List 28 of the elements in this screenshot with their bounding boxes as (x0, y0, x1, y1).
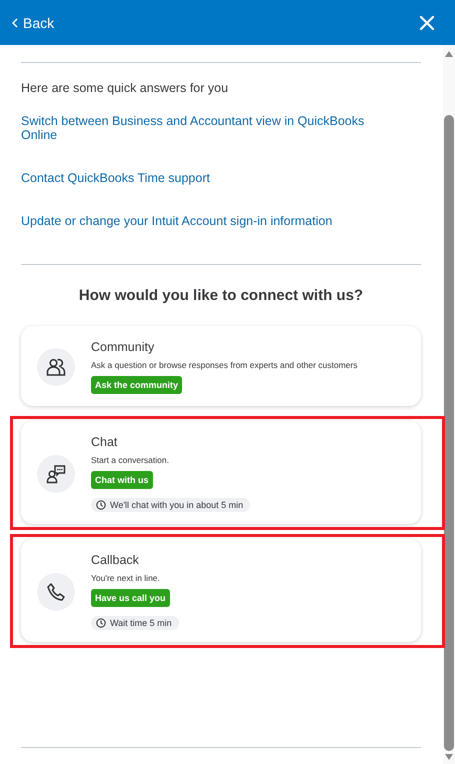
action-button[interactable]: Chat with us (91, 471, 152, 489)
chat-person-icon (46, 464, 66, 484)
answer-link[interactable]: Update or change your Intuit Account sign-in information (21, 214, 421, 228)
scrollbar[interactable] (443, 45, 455, 764)
action-button[interactable]: Have us call you (91, 589, 170, 607)
card-description: Ask a question or browse responses from experts and other customers (91, 360, 358, 370)
scroll-down-icon[interactable] (445, 754, 453, 760)
card-description: Start a conversation. (91, 455, 169, 465)
answer-link[interactable]: Contact QuickBooks Time support (21, 171, 421, 185)
scrollbar-thumb[interactable] (444, 115, 454, 751)
action-button[interactable]: Ask the community (91, 376, 182, 394)
card-title: Chat (91, 435, 118, 449)
wait-time-text: We'll chat with you in about 5 min (110, 500, 244, 510)
card-title: Callback (91, 553, 139, 567)
section-heading: How would you like to connect with us? (78, 287, 364, 304)
phone-icon (46, 582, 66, 602)
clock-icon (96, 500, 106, 510)
scroll-up-icon[interactable] (445, 51, 453, 57)
chevron-left-icon (12, 18, 18, 28)
answer-link[interactable]: Switch between Business and Accountant view in QuickBooks Online (21, 114, 421, 142)
card-description: You're next in line. (91, 573, 160, 583)
clock-icon (96, 618, 106, 628)
people-icon (46, 357, 66, 377)
card-title: Community (91, 340, 154, 354)
back-button[interactable]: Back (12, 14, 54, 30)
wait-time-text: Wait time 5 min (110, 618, 172, 628)
intro-text: Here are some quick answers for you (21, 81, 230, 95)
close-icon[interactable] (419, 14, 435, 30)
